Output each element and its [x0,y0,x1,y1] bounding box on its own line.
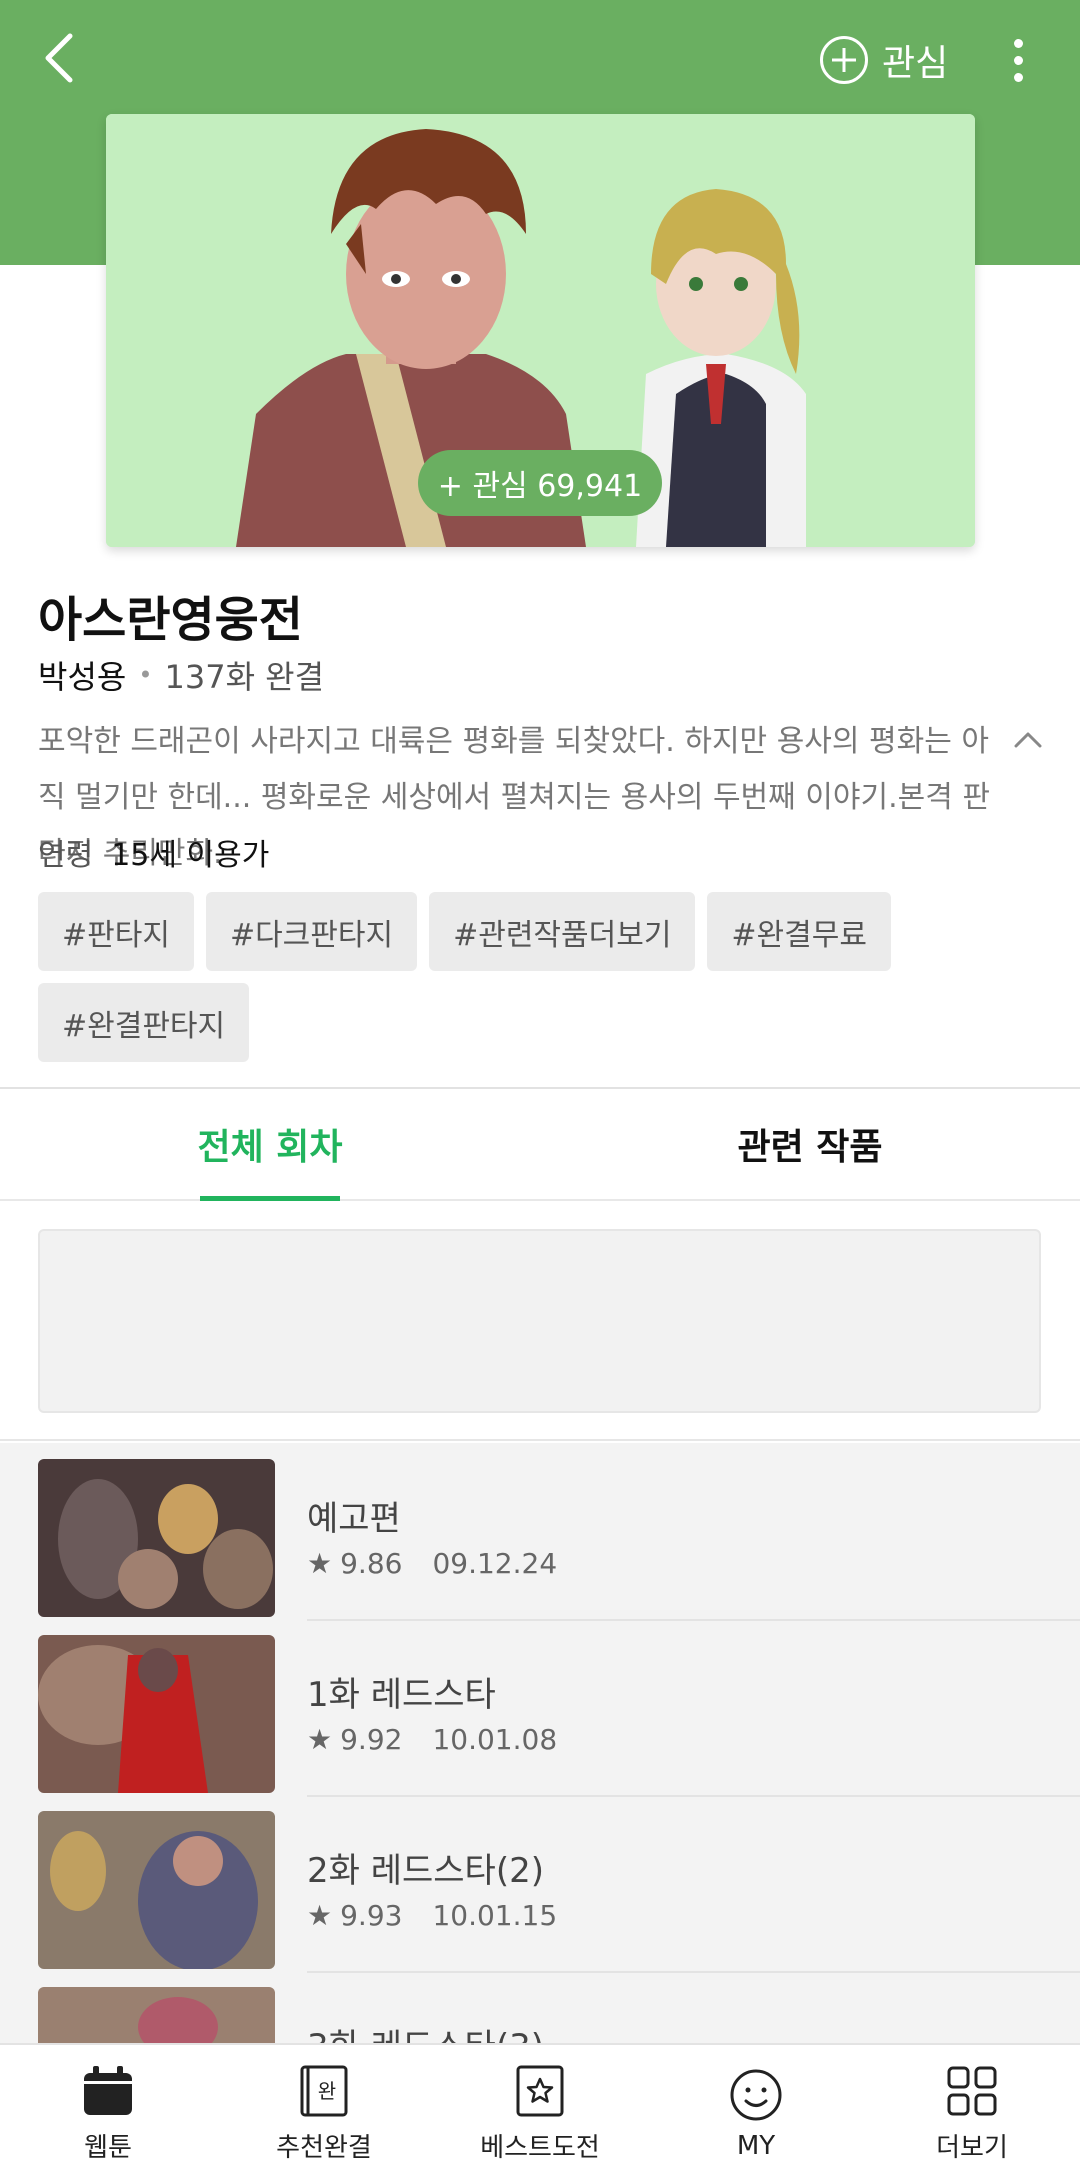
favorite-label: 관심 [882,43,949,84]
favorite-count-label: + 관심 69,941 [437,469,643,504]
nav-label: 웹툰 [84,2133,132,2163]
episode-tabs: 전체 회차 관련 작품 [0,1089,1080,1201]
episode-row[interactable]: 1화 레드스타 ★ 9.92 10.01.08 [0,1619,1080,1797]
book-complete-icon: 완 [300,2065,348,2117]
episode-row[interactable]: 예고편 ★ 9.86 09.12.24 [0,1443,1080,1621]
episode-date: 09.12.24 [432,1547,558,1580]
nav-label: 베스트도전 [480,2133,600,2163]
more-dot-icon [1013,55,1023,65]
episode-list: 예고편 ★ 9.86 09.12.24 1화 레드스타 ★ 9.92 10.01… [0,1443,1080,2043]
svg-text:완: 완 [318,2079,336,2103]
tag-chip[interactable]: #관련작품더보기 [429,892,696,971]
bottom-navigation: 웹툰 완 추천완결 베스트도전 MY 더보기 [0,2043,1080,2182]
tag-list: #판타지 #다크판타지 #관련작품더보기 #완결무료 #완결판타지 [38,892,1048,1062]
favorite-count-button[interactable]: + 관심 69,941 [418,450,662,516]
nav-recommended-complete[interactable]: 완 추천완결 [216,2045,432,2182]
back-button[interactable] [30,28,90,88]
more-options-button[interactable] [1000,30,1036,90]
collapse-description-button[interactable] [1010,722,1046,758]
tag-chip[interactable]: #다크판타지 [205,892,418,971]
star-book-icon [516,2065,564,2117]
calendar-icon [84,2066,132,2115]
episode-row[interactable]: 2화 레드스타(2) ★ 9.93 10.01.15 [0,1795,1080,1973]
episode-title: 예고편 [307,1499,401,1539]
tab-all-episodes[interactable]: 전체 회차 [0,1089,540,1199]
tab-related-works[interactable]: 관련 작품 [540,1089,1080,1199]
nav-label: MY [736,2130,776,2161]
tag-chip[interactable]: #완결판타지 [38,983,250,1062]
back-arrow-icon [45,33,73,83]
episode-meta: ★ 9.86 09.12.24 [307,1547,557,1580]
banner-area [0,1203,1080,1441]
episode-title: 1화 레드스타 [307,1675,496,1715]
star-icon: ★ [307,1723,333,1756]
star-icon: ★ [307,1547,333,1580]
chevron-up-icon [1014,732,1042,748]
nav-more[interactable]: 더보기 [864,2045,1080,2182]
episode-thumbnail [38,1635,275,1793]
episode-rating: 9.86 [340,1547,403,1580]
favorite-button[interactable]: 관심 [820,28,948,92]
episode-title: 3화 레드스타(3) [307,2019,544,2043]
title-meta: 박성용 • 137화 완결 [38,652,324,698]
nav-label: 추천완결 [276,2133,372,2163]
smiley-icon [730,2069,782,2120]
episode-count: 137화 완결 [164,658,325,696]
episode-thumbnail [38,1459,275,1617]
age-label: 연령 [38,838,94,873]
episode-date: 10.01.08 [432,1723,558,1756]
nav-best-challenge[interactable]: 베스트도전 [432,2045,648,2182]
meta-separator: • [138,661,153,689]
plus-circle-icon [820,36,868,84]
episode-thumbnail [38,1811,275,1969]
more-dot-icon [1013,38,1023,48]
episode-rating: 9.93 [340,1899,403,1932]
nav-my[interactable]: MY [648,2045,864,2182]
episode-row[interactable]: 3화 레드스타(3) [0,1971,1080,2043]
ad-banner[interactable] [38,1229,1041,1413]
age-value: 15세 이용가 [111,838,270,873]
episode-title: 2화 레드스타(2) [307,1851,545,1891]
more-dot-icon [1013,72,1023,82]
age-rating: 연령 15세 이용가 [38,830,269,874]
tag-chip[interactable]: #완결무료 [707,892,891,971]
episode-thumbnail [38,1987,275,2043]
author-name[interactable]: 박성용 [38,652,126,698]
episode-meta: ★ 9.93 10.01.15 [307,1899,557,1932]
episode-date: 10.01.15 [432,1899,558,1932]
episode-meta: ★ 9.92 10.01.08 [307,1723,557,1756]
nav-label: 더보기 [936,2133,1008,2163]
star-icon: ★ [307,1899,333,1932]
grid-icon [947,2066,997,2116]
nav-webtoon[interactable]: 웹툰 [0,2045,216,2182]
episode-rating: 9.92 [340,1723,403,1756]
webtoon-title: 아스란영웅전 [38,592,303,648]
tag-chip[interactable]: #판타지 [38,892,194,971]
